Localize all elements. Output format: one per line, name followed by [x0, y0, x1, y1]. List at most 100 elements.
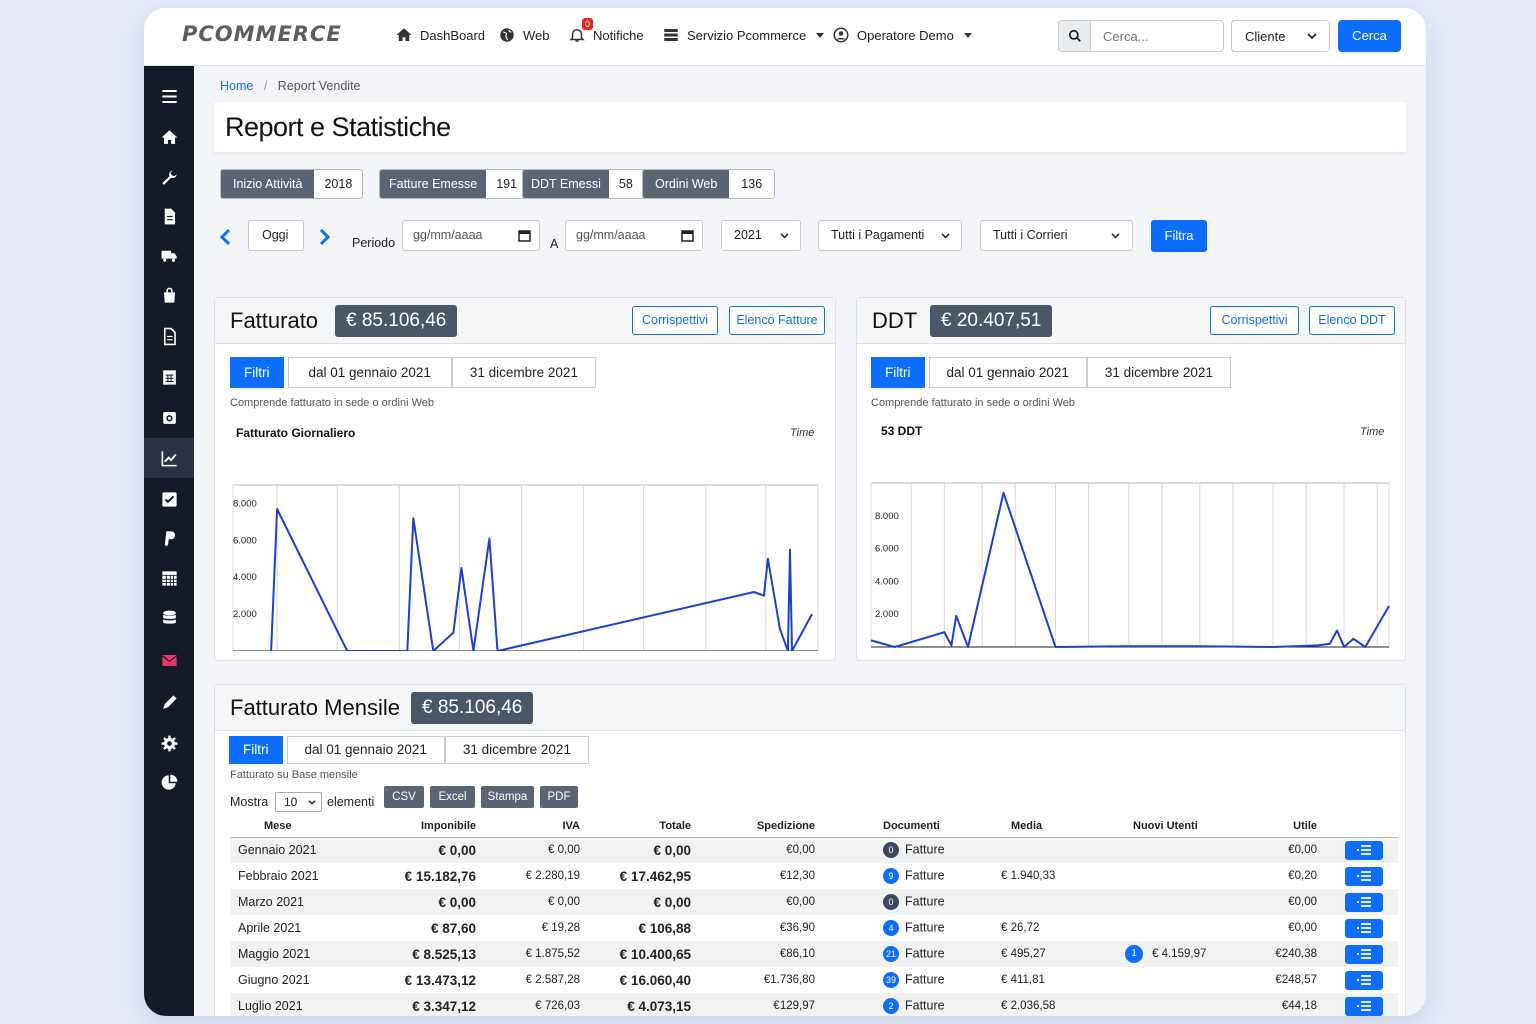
search-button[interactable]: Cerca — [1338, 20, 1401, 52]
search-icon[interactable] — [1059, 21, 1091, 51]
date-to-input[interactable]: gg/mm/aaaa — [565, 220, 703, 251]
filtra-button[interactable]: Filtra — [1151, 220, 1207, 252]
ddt-corrispettivi-button[interactable]: Corrispettivi — [1210, 306, 1299, 335]
col-utile[interactable]: Utile — [1243, 815, 1323, 838]
next-period-button[interactable] — [318, 226, 332, 252]
nav-operatore[interactable]: Operatore Demo — [832, 26, 972, 44]
range-from-tab[interactable]: dal 01 gennaio 2021 — [286, 736, 445, 764]
sidebar-item-edit[interactable] — [144, 682, 194, 722]
brand-logo[interactable]: PCOMMERCE — [182, 22, 342, 46]
col-mese[interactable]: Mese — [230, 815, 350, 838]
cell-totale: € 16.060,40 — [619, 972, 691, 988]
cell-documenti[interactable]: 4 Fatture — [821, 915, 971, 941]
row-detail-button[interactable] — [1345, 918, 1383, 938]
col-nuovi-utenti[interactable]: Nuovi Utenti — [1093, 815, 1243, 838]
range-to-tab[interactable]: 31 dicembre 2021 — [1086, 357, 1231, 388]
sidebar-item-invoices[interactable] — [144, 316, 194, 356]
sidebar-item-paypal[interactable] — [144, 518, 194, 558]
export-csv-button[interactable]: CSV — [384, 786, 424, 808]
sidebar-item-calendar[interactable] — [144, 558, 194, 598]
oggi-button[interactable]: Oggi — [248, 220, 304, 251]
cell-documenti[interactable]: 0 Fatture — [821, 837, 971, 863]
cell-documenti[interactable]: 21 Fatture — [821, 941, 971, 967]
pagamenti-select[interactable]: Tutti i Pagamenti — [818, 220, 962, 251]
cell-totale: € 0,00 — [586, 837, 697, 863]
nav-servizio[interactable]: Servizio Pcommerce — [662, 26, 825, 44]
doc-count-badge: 0 — [883, 894, 899, 910]
sidebar-item-calculator[interactable] — [144, 357, 194, 397]
cell-nuovi-utenti — [1093, 993, 1243, 1016]
row-detail-button[interactable] — [1345, 866, 1383, 886]
sidebar-item-settings[interactable] — [144, 723, 194, 763]
col-totale[interactable]: Totale — [586, 815, 697, 838]
cell-documenti[interactable]: 39 Fatture — [821, 967, 971, 993]
range-to-tab[interactable]: 31 dicembre 2021 — [451, 357, 596, 388]
sidebar-item-camera[interactable] — [144, 397, 194, 437]
col-imponibile[interactable]: Imponibile — [350, 815, 482, 838]
ddt-amount: € 20.407,51 — [930, 305, 1053, 337]
sidebar-item-shipping[interactable] — [144, 235, 194, 275]
filtri-button[interactable]: Filtri — [229, 736, 283, 764]
elenco-fatture-button[interactable]: Elenco Fatture — [729, 306, 825, 335]
sidebar-item-documents[interactable] — [144, 196, 194, 236]
cell-spedizione: €12,30 — [779, 870, 815, 882]
range-from-tab[interactable]: dal 01 gennaio 2021 — [287, 357, 452, 388]
col-media[interactable]: Media — [971, 815, 1093, 838]
cell-imponibile: € 3.347,12 — [350, 993, 482, 1016]
year-select[interactable]: 2021 — [721, 220, 801, 251]
sidebar-item-tasks[interactable] — [144, 479, 194, 519]
export-stampa-button[interactable]: Stampa — [481, 786, 534, 808]
calendar-icon — [518, 230, 531, 242]
filtri-button[interactable]: Filtri — [871, 357, 925, 388]
cell-imponibile: € 13.473,12 — [404, 972, 476, 988]
row-detail-button[interactable] — [1345, 996, 1383, 1016]
cell-totale: € 106,88 — [638, 920, 691, 936]
cell-documenti[interactable]: 0 Fatture — [821, 889, 971, 915]
col-spedizione[interactable]: Spedizione — [697, 815, 821, 838]
cell-utile: €0,00 — [1243, 889, 1323, 915]
menu-toggle[interactable] — [144, 76, 194, 116]
corrispettivi-button[interactable]: Corrispettivi — [632, 306, 718, 335]
breadcrumb-current: Report Vendite — [277, 79, 361, 93]
row-detail-button[interactable] — [1345, 970, 1383, 990]
export-pdf-button[interactable]: PDF — [540, 786, 578, 808]
cell-mese: Marzo 2021 — [230, 889, 350, 915]
corrieri-select[interactable]: Tutti i Corrieri — [980, 220, 1133, 251]
prev-period-button[interactable] — [218, 226, 232, 252]
search-input[interactable] — [1091, 21, 1221, 51]
elenco-ddt-button[interactable]: Elenco DDT — [1309, 306, 1395, 335]
sidebar-item-analytics[interactable] — [144, 762, 194, 802]
filtri-button[interactable]: Filtri — [230, 357, 284, 388]
cell-spedizione: €0,00 — [697, 837, 821, 863]
sidebar-item-tools[interactable] — [144, 158, 194, 198]
cell-totale: € 10.400,65 — [586, 941, 697, 967]
cell-documenti[interactable]: 2 Fatture — [821, 993, 971, 1016]
sidebar-item-shop[interactable] — [144, 275, 194, 315]
col-documenti[interactable]: Documenti — [821, 815, 971, 838]
page-size-select[interactable]: 10 — [275, 792, 322, 812]
nav-notifiche[interactable]: 0 Notifiche — [568, 18, 644, 44]
row-detail-button[interactable] — [1345, 892, 1383, 912]
breadcrumb-home[interactable]: Home — [220, 79, 253, 93]
chart-time-label: Time — [790, 427, 815, 439]
cell-actions — [1323, 837, 1398, 863]
cell-actions — [1323, 915, 1398, 941]
sidebar-item-database[interactable] — [144, 598, 194, 638]
row-detail-button[interactable] — [1345, 840, 1383, 860]
range-from-tab[interactable]: dal 01 gennaio 2021 — [928, 357, 1087, 388]
cell-utile: €248,57 — [1275, 974, 1317, 986]
date-from-input[interactable]: gg/mm/aaaa — [402, 220, 540, 251]
row-detail-button[interactable] — [1345, 944, 1383, 964]
x-tick-label: agosto 2021 — [1051, 652, 1103, 653]
export-excel-button[interactable]: Excel — [430, 786, 475, 808]
col-iva[interactable]: IVA — [482, 815, 586, 838]
sidebar-item-home[interactable] — [144, 117, 194, 157]
nav-web[interactable]: Web — [498, 26, 550, 44]
cell-documenti[interactable]: 9 Fatture — [821, 863, 971, 889]
range-to-tab[interactable]: 31 dicembre 2021 — [444, 736, 589, 764]
nav-dashboard[interactable]: DashBoard — [395, 26, 485, 44]
sidebar-item-reports[interactable] — [144, 438, 194, 478]
x-tick-label: 6 — [1372, 652, 1377, 653]
sidebar-item-mail[interactable] — [144, 640, 194, 680]
search-scope-select[interactable]: Cliente — [1231, 20, 1330, 52]
